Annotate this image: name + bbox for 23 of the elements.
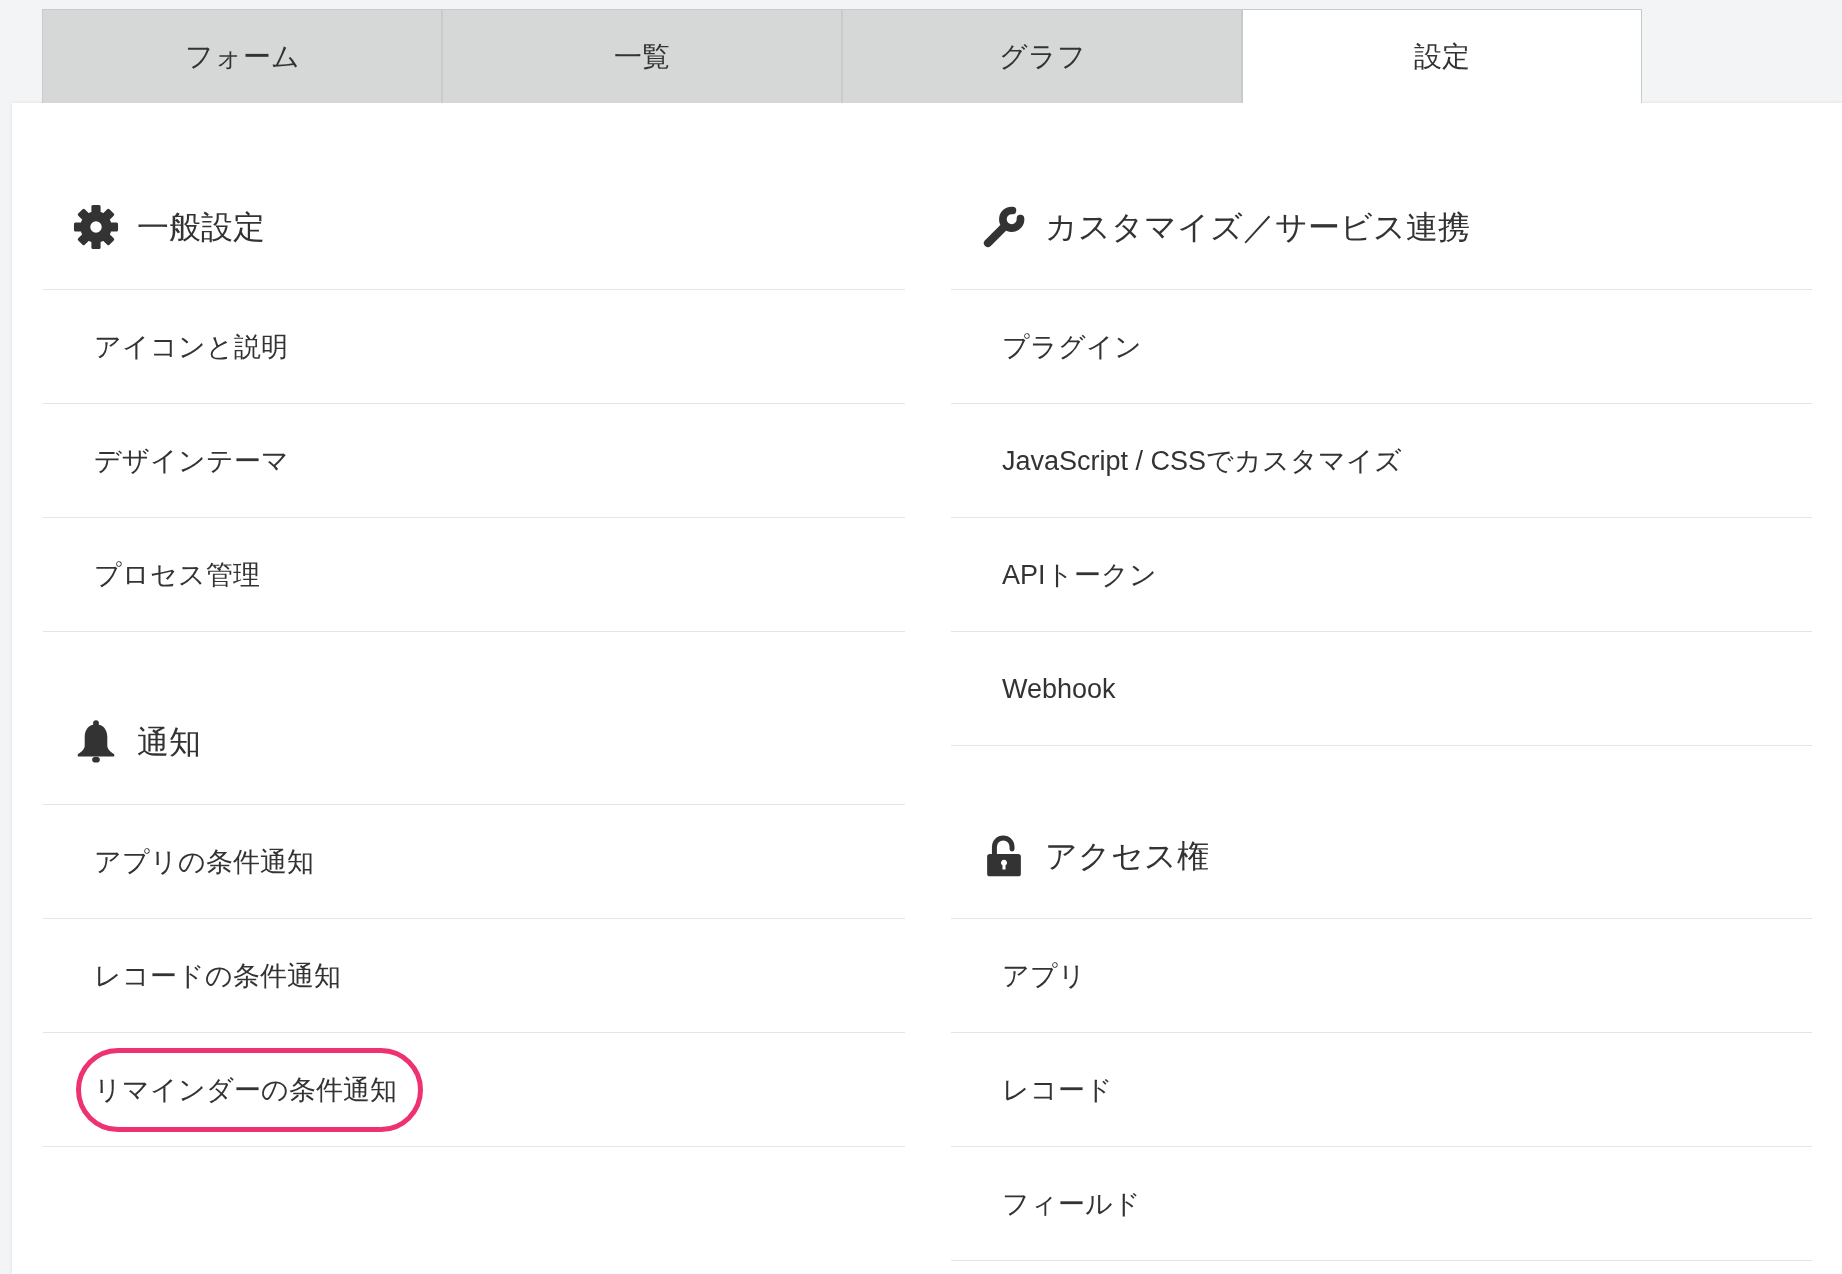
menu-link[interactable]: Webhook <box>1002 671 1116 706</box>
menu-link[interactable]: アプリの条件通知 <box>94 844 314 879</box>
menu-link[interactable]: プラグイン <box>1002 329 1142 364</box>
menu-link[interactable]: フィールド <box>1002 1186 1141 1221</box>
section-title: アクセス権 <box>1045 837 1209 876</box>
tab[interactable]: 一覧 <box>442 9 842 103</box>
section-title: カスタマイズ／サービス連携 <box>1045 208 1470 247</box>
menu-link[interactable]: アイコンと説明 <box>94 329 288 364</box>
section-title: 一般設定 <box>137 208 265 247</box>
menu-link[interactable]: レコード <box>1002 1072 1113 1107</box>
menu-link[interactable]: APIトークン <box>1002 557 1157 592</box>
wrench-icon <box>981 204 1027 250</box>
gear-icon <box>73 204 119 250</box>
tab[interactable]: フォーム <box>42 9 442 103</box>
section-title: 通知 <box>137 723 201 762</box>
menu-link[interactable]: デザインテーマ <box>94 443 289 478</box>
tab[interactable]: 設定 <box>1242 9 1642 103</box>
menu-link[interactable]: レコードの条件通知 <box>94 958 341 993</box>
menu-link[interactable]: アプリ <box>1002 958 1086 993</box>
tab[interactable]: グラフ <box>842 9 1242 103</box>
menu-link[interactable]: プロセス管理 <box>94 557 260 592</box>
menu-link[interactable]: リマインダーの条件通知 <box>94 1072 397 1107</box>
menu-link[interactable]: JavaScript / CSSでカスタマイズ <box>1002 443 1403 478</box>
